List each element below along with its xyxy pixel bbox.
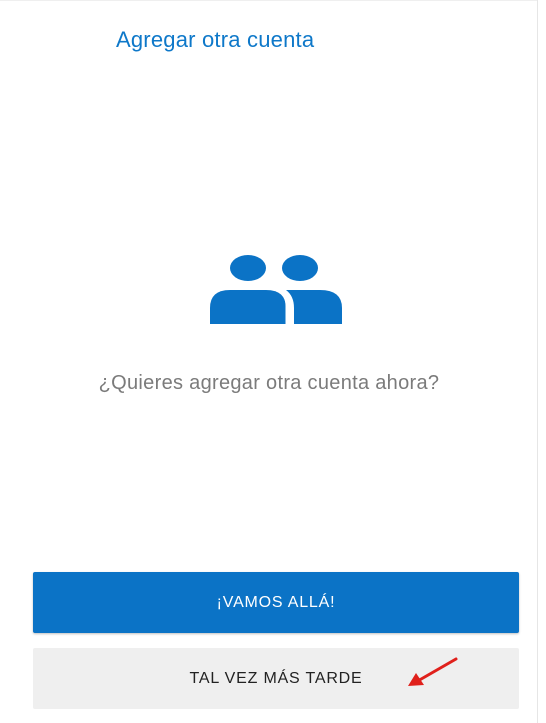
right-divider [537,0,538,723]
top-divider [0,0,538,1]
page-title: Agregar otra cuenta [116,27,315,52]
lets-go-button[interactable]: ¡VAMOS ALLÁ! [33,572,519,633]
red-arrow-icon [408,657,458,686]
add-account-screen: Agregar otra cuenta ¿Quieres agregar otr… [0,0,546,723]
question-text: ¿Quieres agregar otra cuenta ahora? [98,372,440,394]
people-icon [210,255,342,324]
